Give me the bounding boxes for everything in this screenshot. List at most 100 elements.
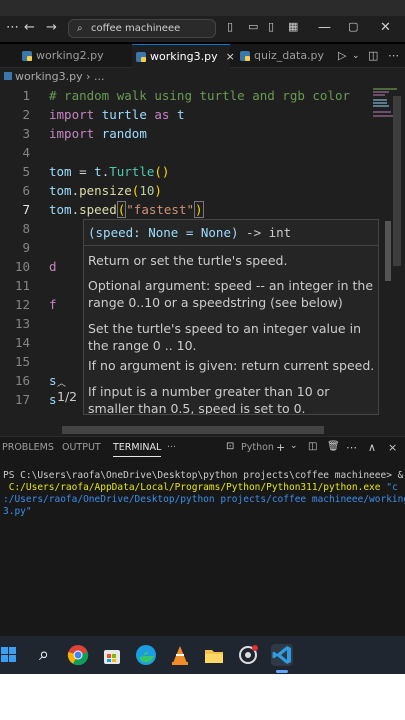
code-fragment: f [49, 297, 57, 312]
line-number: 6 [22, 183, 30, 198]
code-paren: ( [116, 201, 127, 218]
code-variable: tom [49, 183, 72, 198]
line-number-current: 7 [22, 202, 30, 217]
python-file-icon [4, 72, 12, 80]
popup-scrollbar[interactable] [385, 221, 391, 281]
terminal-output: C:/Users/raofa/AppData/Local/Programs/Py… [3, 482, 403, 494]
bottom-panel: PROBLEMS OUTPUT TERMINAL ··· ⊡ Python + … [0, 436, 405, 636]
editor-horizontal-scrollbar[interactable] [62, 426, 324, 434]
split-terminal-icon[interactable]: ◫ [308, 441, 317, 452]
tab-label: working2.py [36, 49, 104, 62]
function-signature: (speed: None = None) -> int [84, 220, 378, 246]
toggle-secondary-sidebar-icon[interactable]: ▯ [268, 20, 274, 33]
code-keyword: import [49, 126, 95, 141]
code-module: turtle [101, 107, 147, 122]
tab-quiz-data[interactable]: quiz_data.py [236, 44, 324, 68]
panel-more-actions-icon[interactable]: ⋯ [346, 441, 357, 454]
code-paren: () [154, 164, 170, 179]
code-fragment: d [49, 259, 57, 274]
line-number: 3 [22, 126, 30, 141]
search-icon[interactable]: ⌕ [33, 644, 55, 666]
breadcrumb-rest[interactable]: ... [94, 70, 105, 83]
tab-label: working3.py [150, 50, 218, 63]
code-fragment: s [49, 373, 57, 388]
store-icon[interactable] [101, 644, 123, 666]
title-bar: ⋯ ← → ⌕ coffee machineee ▯ ▭ ▯ ▦ — ▢ ✕ [0, 16, 405, 42]
close-window-icon[interactable]: ✕ [380, 20, 391, 35]
code-keyword: as [154, 107, 170, 122]
panel-more-icon[interactable]: ··· [167, 442, 176, 453]
chrome-icon[interactable] [67, 644, 89, 666]
run-python-icon[interactable]: ▷ [338, 44, 346, 68]
menu-icon[interactable]: ⋯ [6, 20, 19, 35]
doc-paragraph: Return or set the turtle's speed. [88, 253, 288, 268]
minimap-line [373, 88, 397, 90]
maximize-panel-icon[interactable]: ∧ [368, 441, 376, 454]
edge-icon[interactable] [135, 644, 157, 666]
terminal-script-path: "c [380, 482, 398, 493]
tab-working3[interactable]: working3.py × [132, 44, 235, 68]
terminal-dropdown-icon[interactable]: ⌄ [290, 441, 298, 451]
line-number: 9 [22, 240, 30, 255]
minimize-icon[interactable]: — [318, 20, 331, 35]
minimap-line [373, 91, 389, 93]
line-number: 14 [14, 335, 30, 350]
app-icon[interactable] [237, 644, 259, 666]
overload-up-icon[interactable]: ︿ [57, 380, 83, 389]
tab-terminal[interactable]: TERMINAL [113, 442, 162, 457]
line-number: 8 [22, 221, 30, 236]
toggle-panel-icon[interactable]: ▭ [248, 20, 258, 33]
file-explorer-icon[interactable] [203, 644, 225, 666]
more-actions-icon[interactable]: ⋯ [388, 44, 399, 68]
toggle-sidebar-icon[interactable]: ▯ [227, 20, 233, 33]
code-paren: ) [154, 183, 162, 198]
vlc-icon[interactable] [169, 644, 191, 666]
customize-layout-icon[interactable]: ▦ [288, 20, 298, 33]
code-fragment: s [49, 392, 57, 407]
back-arrow-icon[interactable]: ← [24, 20, 35, 35]
split-editor-icon[interactable]: ◫ [368, 44, 378, 68]
trash-icon[interactable]: 🗑 [327, 441, 340, 452]
breadcrumb: working3.py › ... [0, 68, 405, 86]
code-dot: . [71, 183, 80, 198]
code-number: 10 [139, 183, 155, 198]
active-app-indicator [276, 670, 288, 673]
line-number: 15 [14, 354, 30, 369]
terminal-python-path: C:/Users/raofa/AppData/Local/Programs/Py… [3, 482, 381, 493]
breadcrumb-file[interactable]: working3.py [15, 70, 83, 83]
line-number: 2 [22, 107, 30, 122]
signature-return: -> int [238, 225, 292, 240]
python-file-icon [240, 51, 250, 61]
editor-vertical-scrollbar[interactable] [393, 96, 401, 266]
code-alias: t [176, 107, 185, 122]
terminal-shell-label[interactable]: Python [241, 442, 274, 453]
new-terminal-icon[interactable]: + [276, 441, 285, 454]
code-module: t [94, 164, 102, 179]
start-button[interactable] [0, 644, 18, 666]
tab-working2[interactable]: working2.py [18, 44, 126, 68]
tab-problems[interactable]: PROBLEMS [2, 442, 54, 453]
search-text: coffee machineee [91, 23, 181, 34]
close-panel-icon[interactable]: × [388, 441, 397, 454]
code-function: speed [79, 202, 117, 217]
close-tab-icon[interactable]: × [226, 50, 235, 63]
minimap-line [373, 99, 387, 101]
code-keyword: import [49, 107, 95, 122]
minimap-line [373, 102, 387, 104]
code-paren: ) [194, 201, 204, 218]
vscode-icon[interactable] [271, 644, 293, 666]
signature-params: (speed: None = None) [88, 225, 239, 240]
doc-paragraph: Optional argument: speed -- an integer i… [88, 278, 374, 310]
code-operator: = [71, 164, 95, 179]
code-function: pensize [79, 183, 132, 198]
command-center-search[interactable]: ⌕ coffee machineee [68, 19, 216, 38]
code-module: random [101, 126, 147, 141]
run-options-icon[interactable]: ⌄ [352, 44, 360, 68]
minimap-line [373, 115, 393, 117]
tab-output[interactable]: OUTPUT [62, 442, 101, 453]
overload-counter[interactable]: ︿ 1/2 [57, 380, 83, 410]
maximize-icon[interactable]: ▢ [348, 20, 358, 33]
line-number: 5 [22, 164, 30, 179]
forward-arrow-icon[interactable]: → [46, 20, 57, 35]
line-number: 11 [14, 278, 30, 293]
